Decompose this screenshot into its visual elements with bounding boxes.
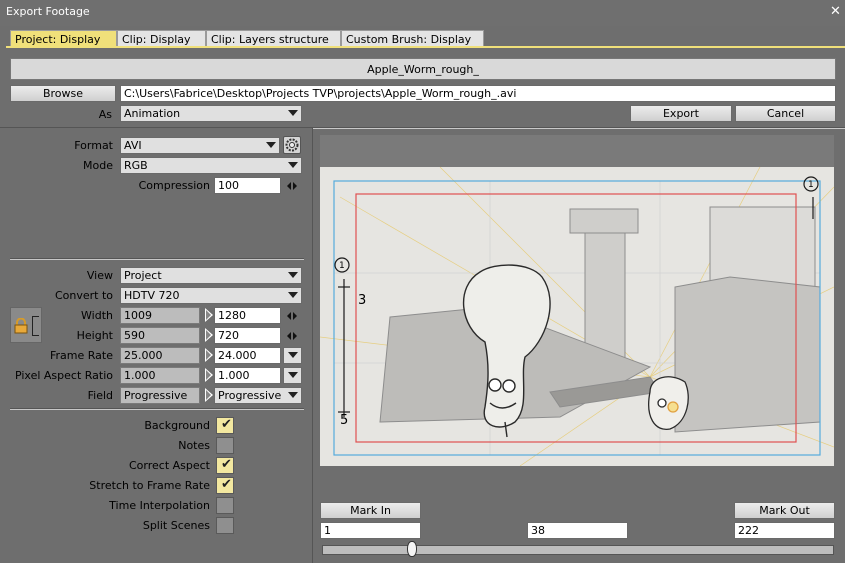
width-label: Width <box>81 309 113 322</box>
sketch-number-top: 3 <box>358 293 366 308</box>
project-name-bar: Apple_Worm_rough_ <box>10 58 836 80</box>
as-dropdown[interactable]: Animation <box>120 105 302 122</box>
chevron-down-icon <box>288 162 298 168</box>
pixel-aspect-ratio-input[interactable]: 1.000 <box>214 367 281 384</box>
tab-clip-layers-structure[interactable]: Clip: Layers structure <box>206 30 341 47</box>
height-input[interactable]: 720 <box>214 327 281 344</box>
sketch-frame: 1 1 3 5 <box>320 167 834 466</box>
split-scenes-label: Split Scenes <box>142 519 210 532</box>
field-value: Progressive <box>218 389 282 402</box>
background-label: Background <box>144 419 210 432</box>
format-dropdown[interactable]: AVI <box>120 137 280 154</box>
browse-button[interactable]: Browse <box>10 85 116 102</box>
height-label: Height <box>76 329 113 342</box>
as-label: As <box>98 108 112 121</box>
width-source: 1009 <box>120 307 200 324</box>
pixel-aspect-ratio-source: 1.000 <box>120 367 200 384</box>
notes-label: Notes <box>178 439 210 452</box>
window-title: Export Footage <box>6 5 90 18</box>
frame-rate-label: Frame Rate <box>50 349 113 362</box>
timeline-slider-thumb[interactable] <box>407 541 418 557</box>
check-icon: ✔ <box>221 457 232 472</box>
notes-checkbox[interactable] <box>216 437 234 454</box>
separator <box>10 258 304 260</box>
arrow-right-icon <box>205 308 213 322</box>
sketch-number-bottom: 5 <box>340 413 348 428</box>
convert-to-label: Convert to <box>54 289 113 302</box>
preview-canvas: 1 1 3 5 <box>320 167 834 466</box>
mark-in-button[interactable]: Mark In <box>320 502 421 519</box>
view-value: Project <box>124 269 162 282</box>
gear-icon[interactable] <box>283 136 301 154</box>
close-icon[interactable]: ✕ <box>830 4 841 19</box>
view-label: View <box>86 269 113 282</box>
frame-rate-dropdown[interactable] <box>283 347 302 364</box>
as-value: Animation <box>124 107 181 120</box>
compression-label: Compression <box>138 179 210 192</box>
format-value: AVI <box>124 139 142 152</box>
field-source: Progressive <box>120 387 200 404</box>
cancel-button[interactable]: Cancel <box>735 105 836 122</box>
circle-marker-right: 1 <box>808 180 814 190</box>
chevron-down-icon <box>266 142 276 148</box>
stretch-to-frame-rate-label: Stretch to Frame Rate <box>89 479 210 492</box>
split-scenes-checkbox[interactable] <box>216 517 234 534</box>
width-spin-icon[interactable] <box>287 311 298 321</box>
tab-underline <box>6 46 845 48</box>
compression-spin-icon[interactable] <box>287 181 298 191</box>
arrow-right-icon <box>205 388 213 402</box>
view-dropdown[interactable]: Project <box>120 267 302 284</box>
field-dropdown[interactable]: Progressive <box>214 387 302 404</box>
convert-to-value: HDTV 720 <box>124 289 180 302</box>
mode-label: Mode <box>83 159 113 172</box>
tab-project-display[interactable]: Project: Display <box>10 30 117 47</box>
background-checkbox[interactable]: ✔ <box>216 417 234 434</box>
format-label: Format <box>74 139 113 152</box>
check-icon: ✔ <box>221 417 232 432</box>
mark-in-field[interactable]: 1 <box>320 522 421 539</box>
chevron-down-icon <box>288 352 298 358</box>
separator <box>10 408 304 410</box>
height-spin-icon[interactable] <box>287 331 298 341</box>
arrow-right-icon <box>205 328 213 342</box>
stretch-to-frame-rate-checkbox[interactable]: ✔ <box>216 477 234 494</box>
correct-aspect-label: Correct Aspect <box>128 459 210 472</box>
mark-out-field[interactable]: 222 <box>734 522 835 539</box>
height-source: 590 <box>120 327 200 344</box>
correct-aspect-checkbox[interactable]: ✔ <box>216 457 234 474</box>
chevron-down-icon <box>288 272 298 278</box>
time-interpolation-checkbox[interactable] <box>216 497 234 514</box>
check-icon: ✔ <box>221 477 232 492</box>
mode-value: RGB <box>124 159 148 172</box>
mark-out-button[interactable]: Mark Out <box>734 502 835 519</box>
pixel-aspect-ratio-label: Pixel Aspect Ratio <box>14 369 113 382</box>
tab-custom-brush-display[interactable]: Custom Brush: Display <box>341 30 484 47</box>
tab-clip-display[interactable]: Clip: Display <box>117 30 206 47</box>
time-interpolation-label: Time Interpolation <box>109 499 210 512</box>
export-button[interactable]: Export <box>630 105 732 122</box>
chevron-down-icon <box>288 292 298 298</box>
chevron-down-icon <box>288 372 298 378</box>
width-input[interactable]: 1280 <box>214 307 281 324</box>
mode-dropdown[interactable]: RGB <box>120 157 302 174</box>
frame-rate-source: 25.000 <box>120 347 200 364</box>
compression-input[interactable]: 100 <box>214 177 281 194</box>
output-path-field[interactable]: C:\Users\Fabrice\Desktop\Projects TVP\pr… <box>120 85 836 102</box>
circle-marker-left: 1 <box>339 261 345 271</box>
chevron-down-icon <box>288 110 298 116</box>
timeline-slider[interactable] <box>322 545 834 555</box>
current-frame-field[interactable]: 38 <box>527 522 628 539</box>
window-title-bar <box>0 0 845 26</box>
frame-rate-input[interactable]: 24.000 <box>214 347 281 364</box>
convert-to-dropdown[interactable]: HDTV 720 <box>120 287 302 304</box>
field-label: Field <box>87 389 113 402</box>
chevron-down-icon <box>288 392 298 398</box>
arrow-right-icon <box>205 348 213 362</box>
arrow-right-icon <box>205 368 213 382</box>
pixel-aspect-ratio-dropdown[interactable] <box>283 367 302 384</box>
